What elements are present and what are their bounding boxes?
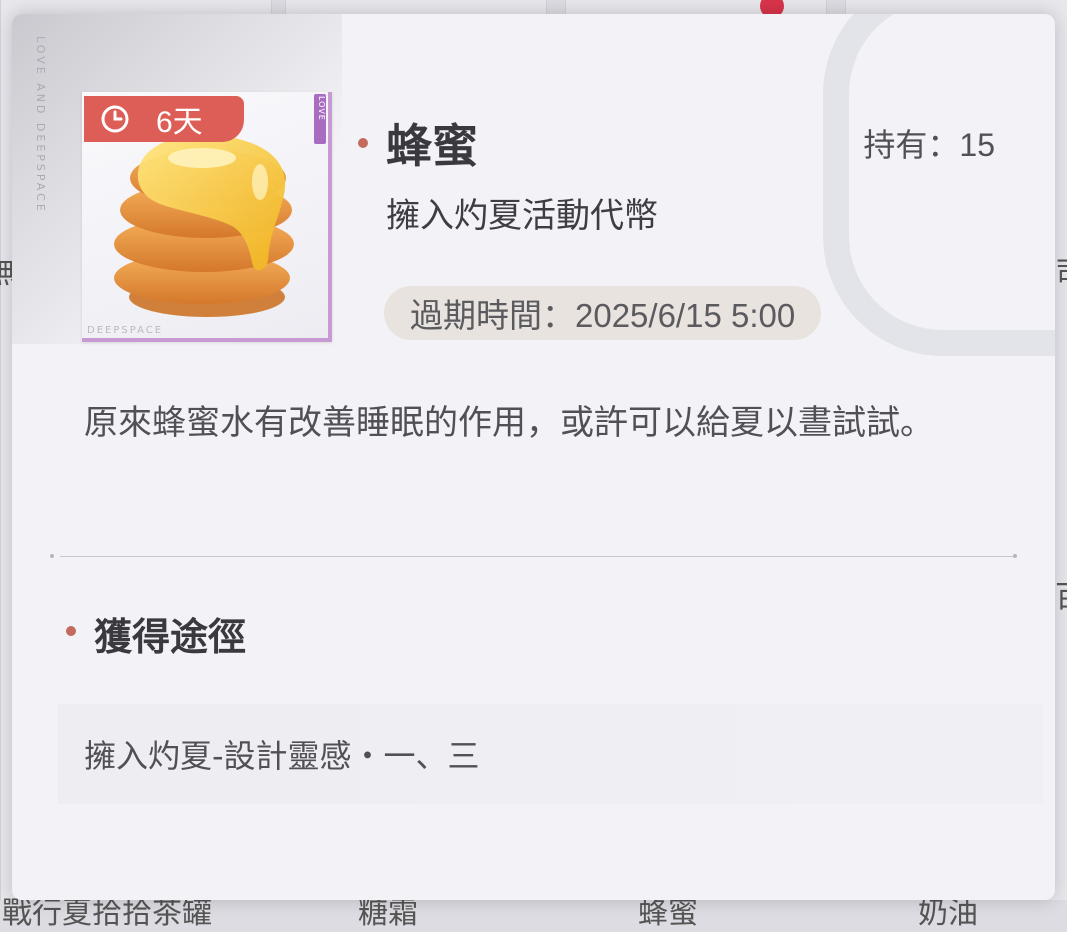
thumb-brand-text: DEEPSPACE: [87, 325, 164, 336]
obtain-method-text: 擁入灼夏-設計靈感・一、三: [84, 737, 480, 775]
item-name: 蜂蜜: [386, 119, 478, 173]
background-edge-label: 百: [1055, 572, 1067, 616]
rarity-tag-text: LOVE: [317, 96, 326, 121]
background-edge-label: 司: [1055, 248, 1067, 292]
section-bullet: [66, 626, 76, 636]
divider-dot: [50, 554, 54, 558]
obtain-methods-title: 獲得途徑: [94, 614, 247, 659]
owned-count: 持有：15: [863, 127, 995, 163]
section-divider: [60, 556, 1015, 557]
timer-text: 6天: [156, 106, 203, 139]
expiry-timer-badge: 6天: [84, 96, 244, 142]
expiry-time: 過期時間：2025/6/15 5:00: [384, 286, 822, 340]
obtain-method-row[interactable]: 擁入灼夏-設計靈感・一、三: [58, 704, 1043, 804]
item-detail-popup[interactable]: LOVE AND DEEPSPACE LOVE DEEPSPACE 6天 蜂蜜 …: [12, 14, 1055, 900]
side-brand-text: LOVE AND DEEPSPACE: [34, 36, 47, 214]
title-bullet: [358, 138, 368, 148]
item-description: 原來蜂蜜水有改善睡眠的作用，或許可以給夏以晝試試。: [84, 403, 934, 443]
decorative-ring: [823, 14, 1055, 356]
clock-icon: [101, 105, 129, 133]
divider-dot: [1013, 554, 1017, 558]
item-category: 擁入灼夏活動代幣: [386, 196, 658, 236]
